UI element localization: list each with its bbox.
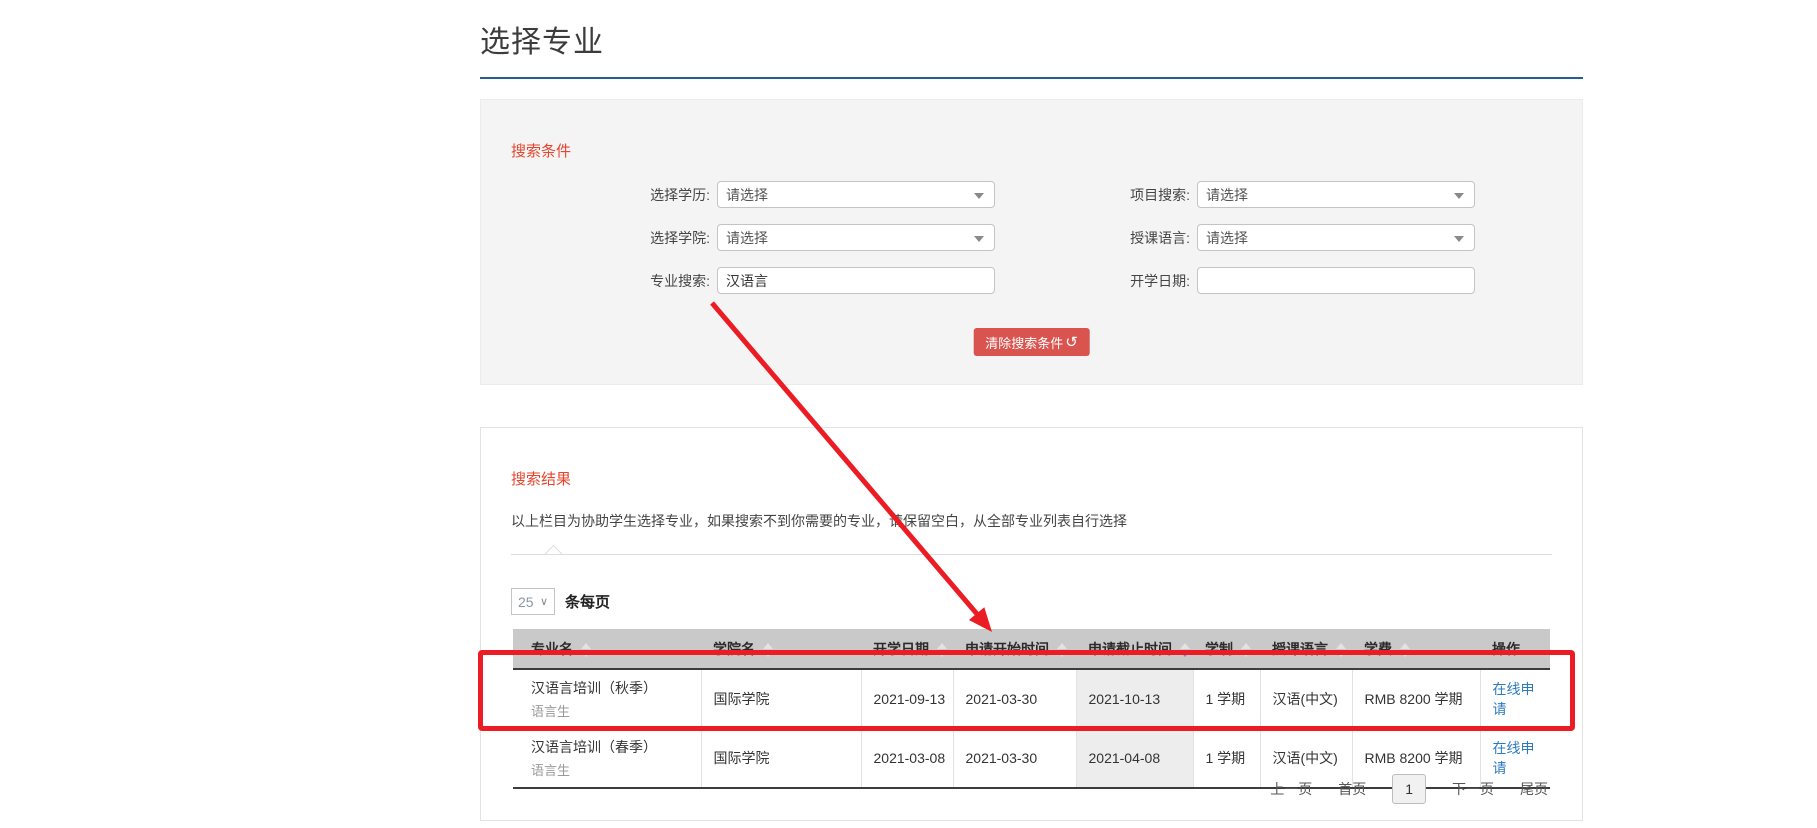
cell-start-date: 2021-09-13 (861, 669, 953, 729)
sort-icon (1400, 643, 1410, 657)
pagination-current-page[interactable]: 1 (1392, 774, 1426, 804)
col-header-apply-start[interactable]: 申请开始时间 (953, 629, 1076, 669)
sort-icon (763, 643, 773, 657)
start-date-input[interactable] (1197, 267, 1475, 294)
results-divider (511, 554, 1552, 555)
page-size-row: 25 ∨ 条每页 (511, 588, 610, 615)
page-size-value: 25 (518, 594, 534, 610)
field-degree: 选择学历: 请选择 (618, 181, 995, 208)
project-select[interactable]: 请选择 (1197, 181, 1475, 208)
college-label: 选择学院: (618, 228, 710, 248)
sort-icon-active-desc (1180, 643, 1190, 657)
cell-apply-start: 2021-03-30 (953, 729, 1076, 789)
col-header-duration[interactable]: 学制 (1193, 629, 1260, 669)
cell-apply-end: 2021-10-13 (1076, 669, 1193, 729)
sort-icon (581, 643, 591, 657)
field-college: 选择学院: 请选择 (618, 224, 995, 251)
search-criteria-panel: 搜索条件 选择学历: 请选择 项目搜索: 请选择 选择学院: 请选择 授课语言:… (480, 99, 1583, 385)
major-search-label: 专业搜索: (618, 271, 710, 291)
results-helper-note: 以上栏目为协助学生选择专业，如果搜索不到你需要的专业，请保留空白，从全部专业列表… (511, 511, 1127, 531)
cell-major: 汉语言培训（秋季） 语言生 (513, 669, 701, 729)
start-date-label: 开学日期: (1098, 271, 1190, 291)
chevron-down-icon: ∨ (540, 595, 548, 608)
pagination-prev[interactable]: 上一页 (1270, 779, 1312, 799)
project-select-value: 请选择 (1206, 185, 1248, 205)
degree-select[interactable]: 请选择 (717, 181, 995, 208)
col-header-tuition[interactable]: 学费 (1352, 629, 1480, 669)
sort-icon (1336, 643, 1346, 657)
student-type-label: 语言生 (531, 701, 695, 720)
teaching-language-select[interactable]: 请选择 (1197, 224, 1475, 251)
cell-language: 汉语(中文) (1260, 669, 1352, 729)
college-select[interactable]: 请选择 (717, 224, 995, 251)
sort-icon (1057, 643, 1067, 657)
search-results-panel: 搜索结果 以上栏目为协助学生选择专业，如果搜索不到你需要的专业，请保留空白，从全… (480, 427, 1583, 821)
results-table: 专业名 学院名 开学日期 申请开始时间 申请截止时间 学制 授课语言 学费 操作… (513, 629, 1550, 789)
sort-icon (937, 643, 947, 657)
field-project: 项目搜索: 请选择 (1098, 181, 1475, 208)
student-type-label: 语言生 (531, 760, 695, 779)
pagination-first[interactable]: 首页 (1338, 779, 1366, 799)
apply-online-link[interactable]: 在线申请 (1493, 740, 1535, 776)
cell-duration: 1 学期 (1193, 669, 1260, 729)
pagination-last[interactable]: 尾页 (1520, 779, 1548, 799)
cell-college: 国际学院 (701, 729, 861, 789)
divider-caret-notch (543, 545, 563, 554)
clear-search-button[interactable]: 清除搜索条件 ↺ (973, 328, 1090, 356)
degree-select-value: 请选择 (726, 185, 768, 205)
col-header-major[interactable]: 专业名 (513, 629, 701, 669)
pagination: 上一页 首页 1 下一页 尾页 (1270, 774, 1548, 804)
major-search-input[interactable] (717, 267, 995, 294)
reset-icon: ↺ (1065, 335, 1078, 350)
col-header-start-date[interactable]: 开学日期 (861, 629, 953, 669)
table-row-autumn-program: 汉语言培训（秋季） 语言生 国际学院 2021-09-13 2021-03-30… (513, 669, 1550, 729)
cell-tuition: RMB 8200 学期 (1352, 669, 1480, 729)
apply-online-link[interactable]: 在线申请 (1493, 681, 1535, 717)
clear-search-label: 清除搜索条件 (985, 333, 1063, 352)
col-header-language[interactable]: 授课语言 (1260, 629, 1352, 669)
sort-icon (1241, 643, 1251, 657)
cell-major: 汉语言培训（春季） 语言生 (513, 729, 701, 789)
page-size-label: 条每页 (565, 591, 610, 612)
cell-apply-start: 2021-03-30 (953, 669, 1076, 729)
search-criteria-title: 搜索条件 (511, 140, 571, 161)
cell-start-date: 2021-03-08 (861, 729, 953, 789)
project-label: 项目搜索: (1098, 185, 1190, 205)
field-start-date: 开学日期: (1098, 267, 1475, 294)
field-teaching-language: 授课语言: 请选择 (1098, 224, 1475, 251)
pagination-next[interactable]: 下一页 (1452, 779, 1494, 799)
teaching-language-select-value: 请选择 (1206, 228, 1248, 248)
cell-duration: 1 学期 (1193, 729, 1260, 789)
page-title: 选择专业 (480, 0, 1583, 79)
teaching-language-label: 授课语言: (1098, 228, 1190, 248)
page-content: 选择专业 搜索条件 选择学历: 请选择 项目搜索: 请选择 选择学院: 请选择 … (480, 0, 1583, 79)
field-major-search: 专业搜索: (618, 267, 995, 294)
degree-label: 选择学历: (618, 185, 710, 205)
col-header-college[interactable]: 学院名 (701, 629, 861, 669)
cell-college: 国际学院 (701, 669, 861, 729)
cell-apply-end: 2021-04-08 (1076, 729, 1193, 789)
page-size-select[interactable]: 25 ∨ (511, 588, 555, 615)
col-header-apply-end[interactable]: 申请截止时间 (1076, 629, 1193, 669)
search-results-title: 搜索结果 (511, 468, 571, 489)
table-header-row: 专业名 学院名 开学日期 申请开始时间 申请截止时间 学制 授课语言 学费 操作 (513, 629, 1550, 669)
college-select-value: 请选择 (726, 228, 768, 248)
col-header-action: 操作 (1480, 629, 1550, 669)
